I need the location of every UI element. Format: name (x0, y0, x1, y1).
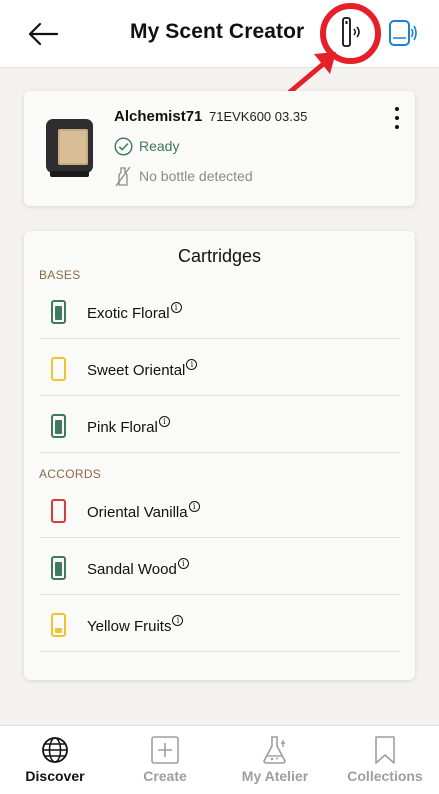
device-card[interactable]: Alchemist71 71EVK600 03.35 Ready No bott… (24, 91, 415, 206)
cartridge-name: Oriental Vanilla (87, 504, 188, 521)
info-icon[interactable]: i (188, 501, 200, 512)
cartridge-level-fill (55, 628, 62, 633)
device-name: Alchemist71 (114, 108, 203, 125)
cartridge-name: Exotic Floral (87, 305, 170, 322)
app-header: My Scent Creator (0, 0, 439, 68)
cartridge-label: Sweet Oriental i (87, 359, 198, 379)
more-options-icon[interactable] (391, 105, 403, 131)
flask-icon (263, 736, 286, 764)
info-icon[interactable]: i (177, 558, 189, 569)
cartridge-row[interactable]: Exotic Floral i (39, 282, 400, 339)
cartridge-label: Exotic Floral i (87, 302, 182, 322)
globe-icon (42, 737, 68, 763)
cartridge-label: Yellow Fruits i (87, 615, 184, 635)
cartridge-level-fill (55, 562, 62, 576)
cartridge-level-icon (51, 300, 66, 324)
plus-square-icon (151, 736, 179, 764)
cartridge-name: Pink Floral (87, 419, 158, 436)
tab-label-collections: Collections (347, 768, 423, 784)
cartridge-level-fill (55, 306, 62, 320)
cartridge-row[interactable]: Pink Floral i (39, 396, 400, 453)
info-icon[interactable]: i (172, 615, 184, 626)
device-image (46, 119, 93, 177)
cartridge-level-fill (55, 420, 62, 434)
bottom-tab-bar: Discover Create My Atelier Collections (0, 725, 439, 794)
cartridge-level-icon (51, 556, 66, 580)
cartridge-label: Oriental Vanilla i (87, 501, 200, 521)
info-icon[interactable]: i (170, 302, 182, 313)
tab-create[interactable]: Create (110, 726, 220, 794)
bluetooth-device-icon[interactable] (388, 18, 418, 48)
cartridge-row[interactable]: Yellow Fruits i (39, 595, 400, 652)
tab-collections[interactable]: Collections (330, 726, 439, 794)
cartridge-row[interactable]: Sweet Oriental i (39, 339, 400, 396)
accords-section-label: ACCORDS (39, 467, 102, 481)
bottle-status: No bottle detected (139, 168, 253, 184)
check-circle-icon (114, 137, 133, 156)
cartridge-level-icon (51, 357, 66, 381)
cartridge-level-icon (51, 499, 66, 523)
info-icon[interactable]: i (158, 416, 170, 427)
tab-label-discover: Discover (25, 768, 85, 784)
device-serial: 71EVK600 03.35 (209, 109, 308, 124)
cartridge-level-icon (51, 414, 66, 438)
cartridge-name: Sandal Wood (87, 561, 177, 578)
cartridge-row[interactable]: Oriental Vanilla i (39, 481, 400, 538)
cartridge-label: Sandal Wood i (87, 558, 189, 578)
page-title: My Scent Creator (130, 20, 305, 43)
tab-my-atelier[interactable]: My Atelier (220, 726, 330, 794)
tab-discover[interactable]: Discover (0, 726, 110, 794)
back-arrow-icon[interactable] (26, 18, 60, 50)
cartridges-card: Cartridges BASES Exotic Floral i Sweet Ori… (24, 231, 415, 680)
cartridge-name: Yellow Fruits (87, 618, 172, 635)
no-bottle-icon (115, 166, 131, 187)
cartridges-title: Cartridges (177, 246, 262, 266)
cartridge-name: Sweet Oriental (87, 362, 186, 379)
info-icon[interactable]: i (186, 359, 198, 370)
device-status: Ready (139, 138, 180, 154)
bases-section-label: BASES (39, 268, 81, 282)
cartridge-level-icon (51, 613, 66, 637)
tab-label-create: Create (143, 768, 187, 784)
cartridge-label: Pink Floral i (87, 416, 170, 436)
tab-label-my-atelier: My Atelier (241, 768, 309, 784)
bookmark-icon (375, 736, 395, 764)
cartridge-row[interactable]: Sandal Wood i (39, 538, 400, 595)
